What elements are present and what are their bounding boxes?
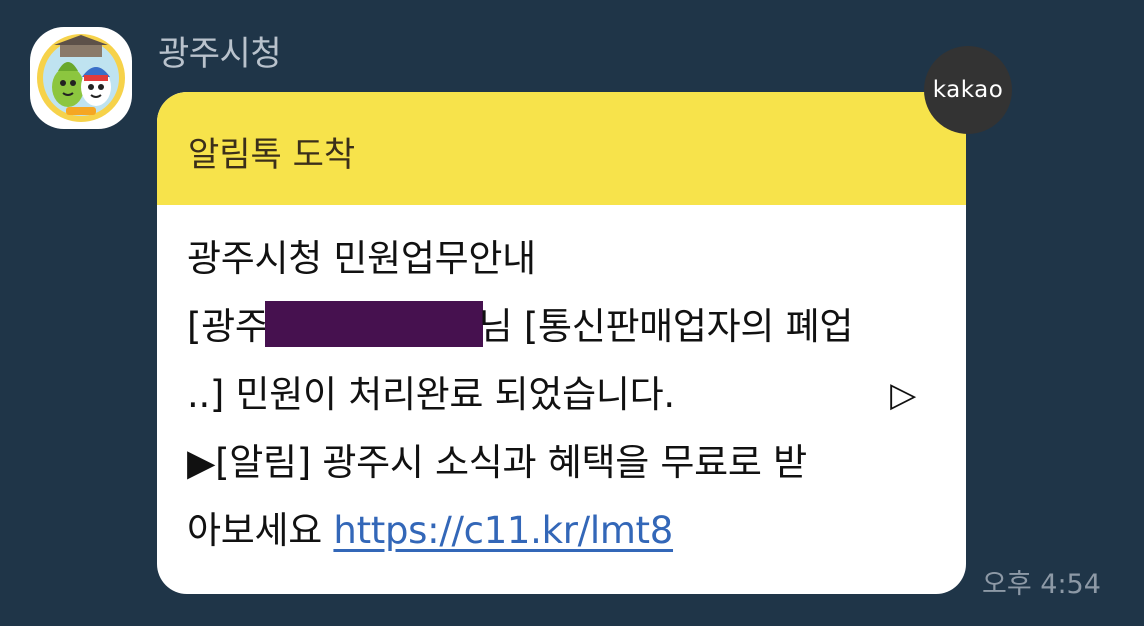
alimtalk-message-bubble[interactable]: 알림톡 도착 광주시청 민원업무안내 [광주 님 [통신판매업자의 폐업 ..] … (157, 92, 966, 594)
message-line-1: 광주시청 민원업무안내 (187, 237, 536, 280)
message-link[interactable]: https://c11.kr/lmt8 (333, 509, 673, 552)
redaction-block (264, 301, 483, 347)
sender-avatar[interactable] (30, 27, 132, 129)
message-header: 알림톡 도착 (157, 92, 966, 205)
message-timestamp: 오후 4:54 (982, 569, 1101, 600)
kakao-badge: kakao (924, 46, 1012, 134)
message-line-2-suffix: 님 [통신판매업자의 폐업 (478, 305, 854, 348)
play-triangle-icon: ▷ (890, 375, 916, 415)
message-line-3: ..] 민원이 처리완료 되었습니다. ▷ (187, 361, 936, 429)
message-line-2: [광주 님 [통신판매업자의 폐업 (187, 293, 936, 361)
message-header-title: 알림톡 도착 (188, 135, 356, 175)
message-body: 광주시청 민원업무안내 [광주 님 [통신판매업자의 폐업 ..] 민원이 처리완… (187, 225, 936, 565)
message-line-3-text: ..] 민원이 처리완료 되었습니다. (187, 373, 675, 416)
message-line-4: ▶[알림] 광주시 소식과 혜택을 무료로 받 (187, 441, 807, 484)
message-line-2-prefix: [광주 (187, 305, 269, 348)
message-line-5: 아보세요 https://c11.kr/lmt8 (187, 497, 936, 565)
sender-name: 광주시청 (158, 34, 282, 74)
gwangju-mascot-avatar-icon (37, 34, 125, 122)
message-line-5-prefix: 아보세요 (187, 509, 334, 552)
